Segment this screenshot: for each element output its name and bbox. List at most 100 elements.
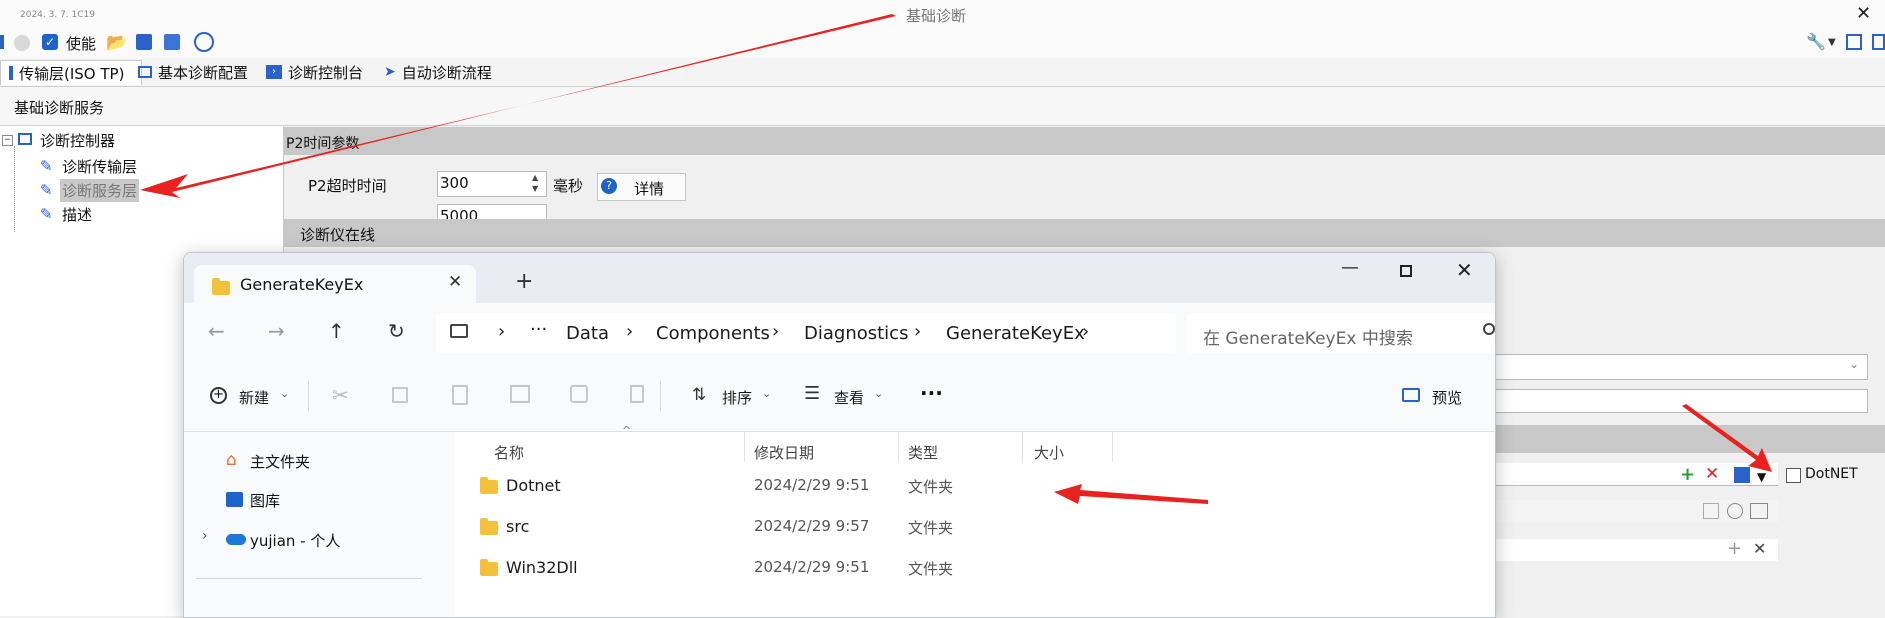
folder-icon — [480, 559, 498, 576]
tree-item-transport[interactable]: ✎ 诊断传输层 — [40, 154, 140, 178]
collapse-icon[interactable]: − — [2, 135, 13, 146]
close-icon[interactable]: ✕ — [1856, 3, 1871, 24]
diagnostic-gear-icon[interactable] — [194, 32, 214, 52]
section-header: 基础诊断服务 — [0, 87, 1885, 126]
tab-transport-layer[interactable]: 传输层(ISO TP) — [0, 60, 142, 85]
rename-icon[interactable] — [510, 385, 530, 403]
back-icon[interactable]: ← — [208, 319, 225, 343]
chevron-right-icon[interactable]: › — [202, 528, 208, 544]
p2-timeout-input[interactable]: 300 ▲ ▼ — [437, 171, 547, 197]
up-icon[interactable]: ↑ — [328, 319, 345, 343]
window-icon — [138, 66, 152, 78]
column-divider — [1022, 432, 1023, 462]
unit-label: 毫秒 — [553, 177, 584, 195]
tree-item-service[interactable]: ✎ 诊断服务层 — [40, 178, 140, 202]
refresh-icon[interactable] — [1727, 503, 1743, 519]
add-icon[interactable]: + — [1680, 464, 1695, 485]
more-button[interactable]: ··· — [920, 381, 943, 405]
file-type: 文件夹 — [908, 560, 954, 578]
column-size[interactable]: 大小 — [1034, 442, 1064, 463]
explorer-tab[interactable]: GenerateKeyEx ✕ — [194, 265, 476, 303]
sort-button[interactable]: 排序 — [722, 387, 752, 408]
tab-label: 基本诊断配置 — [158, 63, 249, 82]
close-icon[interactable]: ✕ — [1456, 258, 1473, 282]
new-button[interactable]: 新建 — [239, 387, 269, 408]
column-name[interactable]: 名称 — [494, 442, 524, 463]
breadcrumb-diagnostics[interactable]: Diagnostics — [804, 323, 908, 344]
chevron-down-icon[interactable]: ▼ — [1828, 37, 1836, 48]
explorer-file-list: ^ 名称 修改日期 类型 大小 Dotnet 2024/2/29 9:51 文件… — [454, 424, 1495, 617]
tab-auto-flow[interactable]: ➤ 自动诊断流程 — [376, 60, 522, 84]
column-modified[interactable]: 修改日期 — [754, 442, 814, 463]
breadcrumb-generatekeyex[interactable]: GenerateKeyEx — [946, 323, 1085, 344]
minimize-icon[interactable]: — — [1341, 257, 1359, 278]
nav-gallery[interactable]: 图库 — [250, 490, 280, 511]
text-field[interactable] — [1494, 389, 1868, 413]
paste-icon[interactable] — [452, 385, 468, 405]
dotnet-label: DotNET — [1805, 466, 1858, 482]
copy-icon[interactable] — [392, 387, 408, 403]
save-as-icon[interactable] — [164, 34, 180, 50]
tab-basic-config[interactable]: 基本诊断配置 — [130, 60, 266, 84]
breadcrumb-components[interactable]: Components — [656, 323, 770, 344]
breadcrumb-data[interactable]: Data — [566, 323, 609, 344]
tree-item-description[interactable]: ✎ 描述 — [40, 202, 140, 226]
transport-icon — [9, 66, 13, 80]
folder-icon — [480, 518, 498, 535]
plus-circle-icon[interactable]: + — [210, 387, 227, 404]
enable-checkbox[interactable]: ✓ — [42, 34, 58, 50]
tree-root[interactable]: 诊断控制器 — [40, 130, 115, 151]
dropdown-arrow-icon[interactable]: ▼ — [1757, 470, 1766, 484]
nav-home[interactable]: 主文件夹 — [250, 451, 310, 472]
maximize-icon[interactable] — [1400, 265, 1412, 277]
dropdown-field[interactable]: ⌄ — [1494, 354, 1868, 380]
wrench-icon[interactable]: 🔧 — [1806, 32, 1826, 51]
close-icon[interactable]: ✕ — [1753, 539, 1766, 558]
view-icon[interactable]: ☰ — [804, 383, 820, 404]
ellipsis[interactable]: ··· — [530, 319, 547, 340]
p2-star-input[interactable]: 5000 — [437, 204, 547, 219]
chevron-down-icon: ⌄ — [1849, 357, 1860, 371]
column-type[interactable]: 类型 — [908, 442, 938, 463]
file-date: 2024/2/29 9:51 — [754, 558, 870, 576]
file-type: 文件夹 — [908, 519, 954, 537]
main-toolbar: ✓ 使能 📂 🔧 ▼ — [0, 28, 1885, 59]
view-button[interactable]: 查看 — [834, 387, 864, 408]
file-row[interactable]: src 2024/2/29 9:57 文件夹 — [454, 509, 1495, 543]
preview-button[interactable]: 预览 — [1432, 387, 1462, 408]
nav-onedrive[interactable]: yujian - 个人 — [250, 530, 340, 551]
new-tab-icon[interactable]: + — [515, 269, 533, 294]
refresh-icon[interactable]: ↻ — [388, 319, 405, 343]
open-folder-icon[interactable]: 📂 — [106, 33, 127, 53]
search-placeholder: 在 GenerateKeyEx 中搜索 — [1203, 329, 1413, 349]
dotnet-checkbox[interactable] — [1786, 468, 1801, 483]
close-tab-icon[interactable]: ✕ — [448, 272, 462, 292]
folder-open-icon[interactable] — [1750, 503, 1768, 519]
add-icon[interactable]: + — [1727, 538, 1742, 559]
detail-button[interactable]: ? 详情 — [597, 173, 686, 201]
chevron-down-icon: ⌄ — [762, 387, 772, 400]
tab-console[interactable]: › 诊断控制台 — [258, 60, 386, 84]
explorer-command-bar: + 新建 ⌄ ✂ ⇅ 排序 ⌄ ☰ 查看 ⌄ ··· 预览 — [184, 363, 1495, 432]
share-icon[interactable] — [570, 385, 588, 403]
lower-band — [1494, 425, 1885, 453]
search-box[interactable]: 在 GenerateKeyEx 中搜索 — [1187, 313, 1495, 353]
file-name: src — [506, 517, 530, 536]
delete-icon[interactable]: ✕ — [1705, 464, 1719, 484]
column-divider — [898, 432, 899, 462]
cut-icon[interactable]: ✂ — [332, 383, 349, 407]
address-bar[interactable]: › ··· Data › Components › Diagnostics › … — [436, 313, 1176, 353]
file-row[interactable]: Dotnet 2024/2/29 9:51 文件夹 — [454, 468, 1495, 502]
file-row[interactable]: Win32Dll 2024/2/29 9:51 文件夹 — [454, 550, 1495, 584]
copy-icon[interactable] — [1872, 34, 1885, 50]
forward-icon[interactable]: → — [268, 319, 285, 343]
sort-icon[interactable]: ⇅ — [692, 385, 706, 405]
preview-icon[interactable] — [1402, 388, 1420, 402]
console-icon: › — [266, 65, 282, 79]
spin-icon[interactable]: ▲ ▼ — [532, 172, 538, 194]
delete-icon[interactable] — [630, 385, 644, 403]
grid-icon[interactable] — [1734, 467, 1750, 483]
small-grid-icon[interactable] — [1703, 503, 1719, 519]
save-icon[interactable] — [136, 34, 152, 50]
window-layout-icon[interactable] — [1846, 34, 1862, 50]
